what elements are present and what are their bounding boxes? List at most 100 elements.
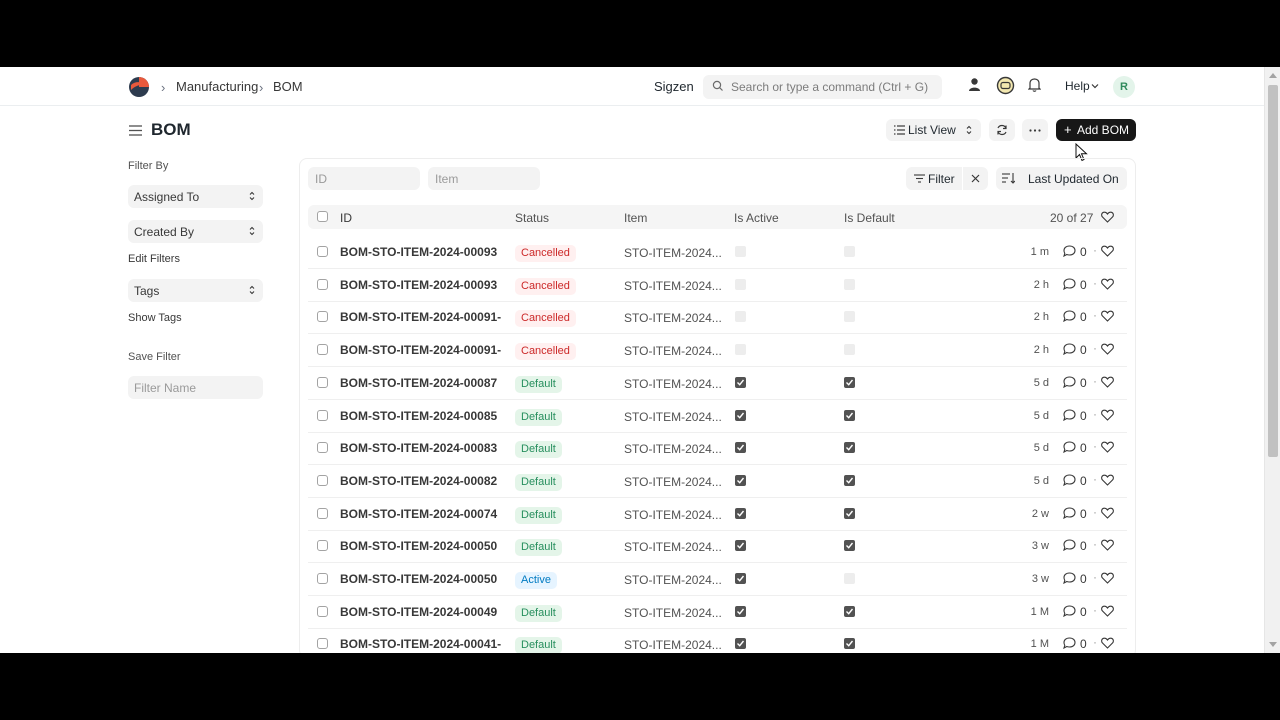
- scroll-down-icon[interactable]: [1269, 642, 1277, 647]
- clear-filter-button[interactable]: [963, 167, 988, 190]
- row-id-link[interactable]: BOM-STO-ITEM-2024-00049: [340, 605, 506, 619]
- list-row[interactable]: BOM-STO-ITEM-2024-00093 Cancelled STO-ITEM…: [308, 237, 1127, 269]
- heart-icon[interactable]: [1101, 245, 1114, 257]
- row-checkbox[interactable]: [317, 442, 328, 454]
- heart-icon[interactable]: [1101, 572, 1114, 584]
- list-row[interactable]: BOM-STO-ITEM-2024-00093 Cancelled STO-ITEM…: [308, 270, 1127, 302]
- comment-icon[interactable]: [1063, 605, 1076, 617]
- heart-icon[interactable]: [1101, 310, 1114, 323]
- heart-icon[interactable]: [1101, 278, 1114, 290]
- row-checkbox[interactable]: [317, 246, 328, 257]
- row-id-link[interactable]: BOM-STO-ITEM-2024-00087: [340, 376, 506, 390]
- breadcrumb-bom[interactable]: BOM: [273, 79, 303, 94]
- scrollbar-thumb[interactable]: [1268, 85, 1278, 457]
- row-id-link[interactable]: BOM-STO-ITEM-2024-00083: [340, 441, 506, 455]
- id-filter-input[interactable]: ID: [308, 167, 420, 190]
- row-checkbox[interactable]: [317, 540, 328, 552]
- user-avatar[interactable]: R: [1113, 76, 1135, 98]
- heart-icon[interactable]: [1101, 211, 1114, 223]
- row-checkbox[interactable]: [317, 278, 328, 290]
- awesomebar-search[interactable]: Search or type a command (Ctrl + G): [703, 75, 942, 99]
- column-header-id[interactable]: ID: [340, 211, 352, 225]
- list-row[interactable]: BOM-STO-ITEM-2024-00082 Default STO-ITEM-2…: [308, 466, 1127, 498]
- comment-icon[interactable]: [1063, 441, 1076, 454]
- tags-filter[interactable]: Tags: [128, 279, 263, 302]
- more-actions-button[interactable]: [1022, 119, 1048, 141]
- list-row[interactable]: BOM-STO-ITEM-2024-00074 Default STO-ITEM-2…: [308, 499, 1127, 531]
- edit-filters-link[interactable]: Edit Filters: [128, 253, 180, 265]
- company-name[interactable]: Sigzen: [654, 79, 694, 94]
- help-menu[interactable]: Help: [1065, 79, 1090, 93]
- row-id-link[interactable]: BOM-STO-ITEM-2024-00082: [340, 474, 506, 488]
- add-bom-button[interactable]: + Add BOM: [1056, 119, 1136, 141]
- filter-button[interactable]: Filter: [906, 167, 962, 190]
- show-tags-link[interactable]: Show Tags: [128, 312, 182, 324]
- comment-icon[interactable]: [1063, 408, 1076, 421]
- heart-icon[interactable]: [1101, 539, 1114, 552]
- heart-icon[interactable]: [1101, 474, 1114, 486]
- list-row[interactable]: BOM-STO-ITEM-2024-00091- Cancelled STO-ITE…: [308, 335, 1127, 368]
- row-checkbox[interactable]: [317, 573, 328, 584]
- item-filter-input[interactable]: Item: [428, 167, 540, 190]
- comment-icon[interactable]: [1063, 245, 1076, 257]
- heart-icon[interactable]: [1101, 441, 1114, 453]
- filter-name-input[interactable]: Filter Name: [128, 376, 263, 399]
- heart-icon[interactable]: [1101, 376, 1114, 388]
- list-row[interactable]: BOM-STO-ITEM-2024-00083 Default STO-ITEM-2…: [308, 433, 1127, 466]
- notification-bell-icon[interactable]: [1028, 77, 1041, 92]
- list-row[interactable]: BOM-STO-ITEM-2024-00050 Active STO-ITEM-20…: [308, 564, 1127, 596]
- heart-icon[interactable]: [1101, 409, 1114, 421]
- list-row[interactable]: BOM-STO-ITEM-2024-00091- Cancelled STO-ITE…: [308, 302, 1127, 335]
- column-header-is-default[interactable]: Is Default: [844, 211, 895, 225]
- refresh-button[interactable]: [989, 119, 1015, 141]
- row-id-link[interactable]: BOM-STO-ITEM-2024-00085: [340, 409, 506, 423]
- row-checkbox[interactable]: [317, 311, 328, 323]
- breadcrumb-manufacturing[interactable]: Manufacturing: [176, 79, 258, 94]
- list-row[interactable]: BOM-STO-ITEM-2024-00085 Default STO-ITEM-2…: [308, 401, 1127, 433]
- row-checkbox[interactable]: [317, 344, 328, 356]
- row-checkbox[interactable]: [317, 409, 328, 421]
- comment-icon[interactable]: [1063, 637, 1076, 650]
- sort-selector[interactable]: Last Updated On: [996, 167, 1127, 190]
- comment-icon[interactable]: [1063, 310, 1076, 323]
- heart-icon[interactable]: [1101, 605, 1114, 617]
- heart-icon[interactable]: [1101, 637, 1114, 650]
- chat-icon[interactable]: [996, 76, 1015, 95]
- row-id-link[interactable]: BOM-STO-ITEM-2024-00074: [340, 507, 506, 521]
- column-header-is-active[interactable]: Is Active: [734, 211, 779, 225]
- select-all-checkbox[interactable]: [317, 211, 328, 222]
- comment-icon[interactable]: [1063, 507, 1076, 519]
- heart-icon[interactable]: [1101, 507, 1114, 519]
- scroll-up-icon[interactable]: [1269, 73, 1277, 78]
- row-id-link[interactable]: BOM-STO-ITEM-2024-00041-: [340, 637, 506, 651]
- list-row[interactable]: BOM-STO-ITEM-2024-00049 Default STO-ITEM-2…: [308, 597, 1127, 629]
- row-checkbox[interactable]: [317, 605, 328, 617]
- app-logo-icon[interactable]: [128, 76, 150, 98]
- vertical-scrollbar[interactable]: [1264, 67, 1280, 653]
- row-id-link[interactable]: BOM-STO-ITEM-2024-00093: [340, 278, 506, 292]
- row-id-link[interactable]: BOM-STO-ITEM-2024-00091-: [340, 343, 506, 357]
- list-row[interactable]: BOM-STO-ITEM-2024-00050 Default STO-ITEM-2…: [308, 531, 1127, 564]
- list-row[interactable]: BOM-STO-ITEM-2024-00041- Default STO-ITEM-…: [308, 629, 1127, 653]
- comment-icon[interactable]: [1063, 343, 1076, 356]
- row-checkbox[interactable]: [317, 376, 328, 388]
- row-id-link[interactable]: BOM-STO-ITEM-2024-00050: [340, 572, 506, 586]
- comment-icon[interactable]: [1063, 278, 1076, 290]
- row-id-link[interactable]: BOM-STO-ITEM-2024-00093: [340, 245, 506, 259]
- column-header-status[interactable]: Status: [515, 211, 549, 225]
- comment-icon[interactable]: [1063, 474, 1076, 486]
- row-id-link[interactable]: BOM-STO-ITEM-2024-00050: [340, 539, 506, 553]
- row-checkbox[interactable]: [317, 507, 328, 519]
- created-by-filter[interactable]: Created By: [128, 220, 263, 243]
- comment-icon[interactable]: [1063, 539, 1076, 552]
- comment-icon[interactable]: [1063, 376, 1076, 388]
- row-checkbox[interactable]: [317, 474, 328, 486]
- column-header-item[interactable]: Item: [624, 211, 647, 225]
- sidebar-toggle-icon[interactable]: [129, 125, 142, 136]
- list-view-selector[interactable]: List View: [886, 119, 981, 141]
- user-icon[interactable]: [968, 77, 981, 93]
- heart-icon[interactable]: [1101, 343, 1114, 355]
- comment-icon[interactable]: [1063, 572, 1076, 584]
- list-row[interactable]: BOM-STO-ITEM-2024-00087 Default STO-ITEM-2…: [308, 368, 1127, 400]
- assigned-to-filter[interactable]: Assigned To: [128, 185, 263, 208]
